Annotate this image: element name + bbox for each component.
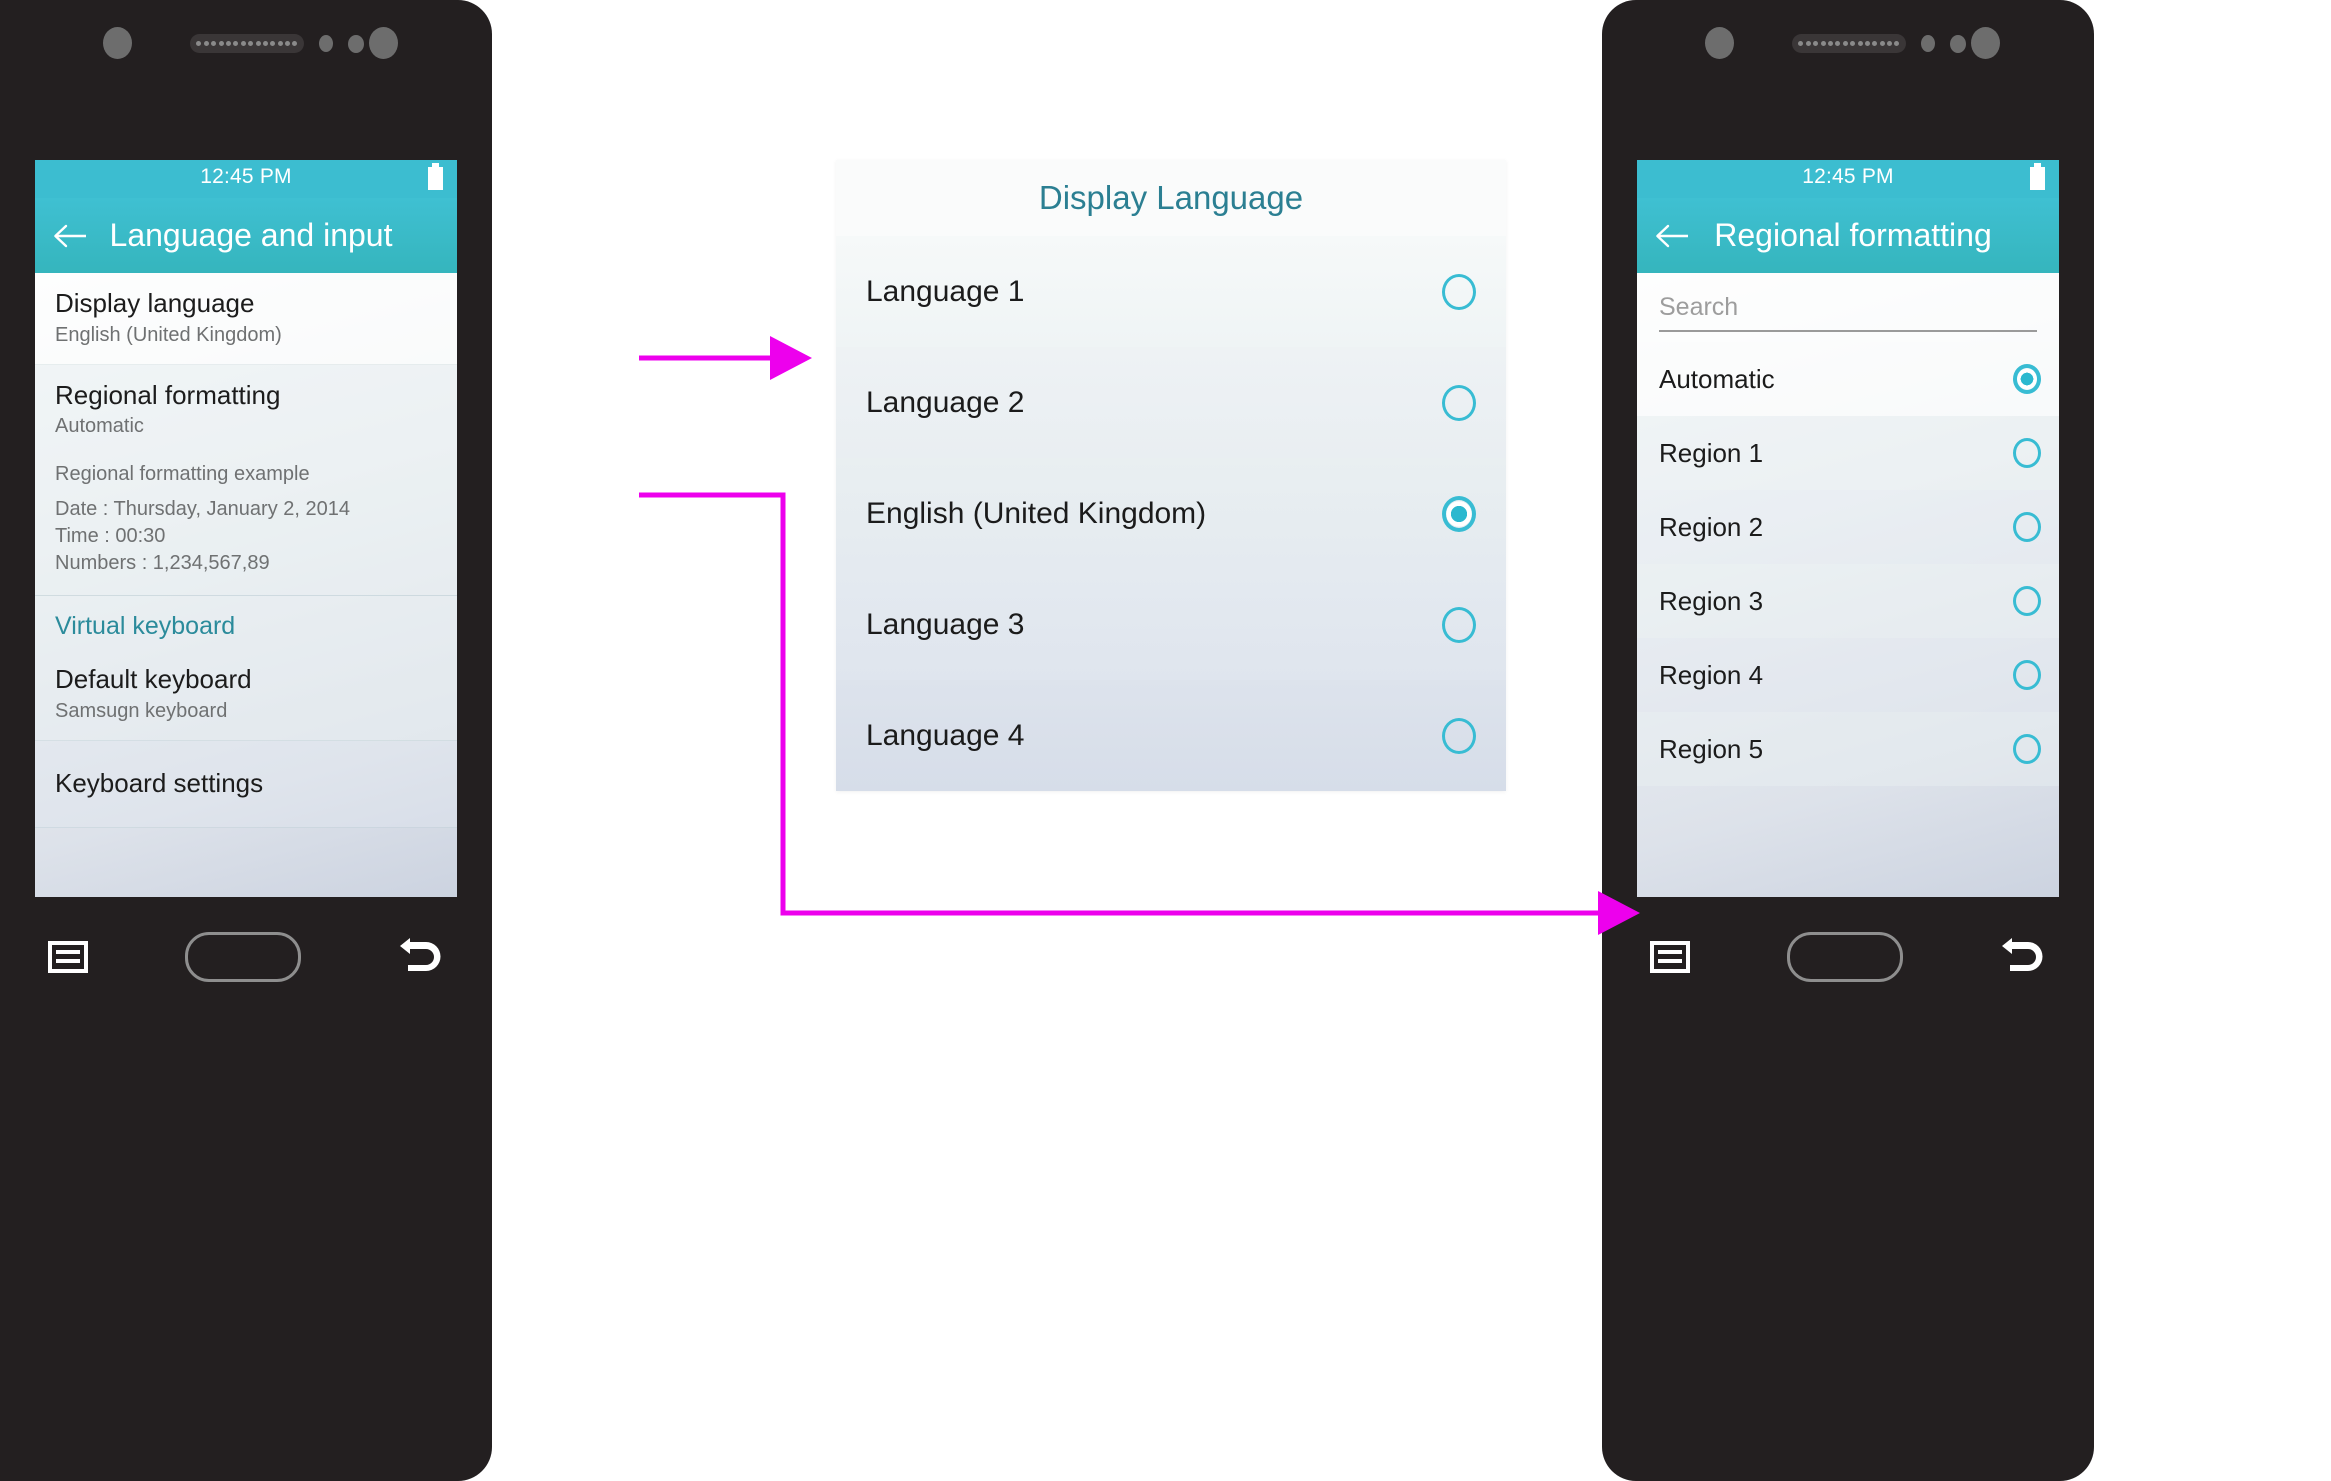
setting-row-regional-formatting[interactable]: Regional formatting Automatic <box>35 364 457 455</box>
back-icon[interactable] <box>398 936 444 979</box>
setting-title: Keyboard settings <box>55 767 264 798</box>
earpiece-speaker-icon <box>190 34 304 53</box>
example-date: Date : Thursday, January 2, 2014 <box>55 498 350 520</box>
radio-button[interactable] <box>2013 438 2041 468</box>
option-label: Language 1 <box>866 274 1025 308</box>
settings-list: Display language English (United Kingdom… <box>35 273 457 897</box>
radio-button[interactable] <box>1442 384 1476 421</box>
radio-button[interactable] <box>1442 606 1476 643</box>
option-label: Region 2 <box>1659 511 1764 542</box>
region-option-row[interactable]: Region 5 <box>1637 712 2059 786</box>
recents-icon[interactable] <box>1650 941 1691 973</box>
section-header-virtual-keyboard: Virtual keyboard <box>35 596 457 649</box>
earpiece-speaker-icon <box>1792 34 1906 53</box>
search-input[interactable] <box>1659 289 2037 332</box>
system-nav-bar-left <box>0 897 492 1017</box>
regional-formatting-example: Regional formatting example Date : Thurs… <box>35 455 457 596</box>
home-button[interactable] <box>1786 932 1903 982</box>
status-bar-right: 12:45 PM <box>1637 160 2059 198</box>
mockup-canvas: 12:45 PM Language and input Display lang… <box>0 0 2331 1481</box>
option-label: Language 2 <box>866 385 1025 419</box>
light-sensor-icon <box>348 35 364 53</box>
setting-subtitle: Automatic <box>55 415 144 437</box>
battery-icon <box>428 163 443 190</box>
region-option-row[interactable]: Region 1 <box>1637 416 2059 490</box>
dialog-title: Display Language <box>836 160 1506 236</box>
light-sensor-icon <box>1950 35 1966 53</box>
phone-right: 12:45 PM Regional formatting Automati <box>1602 0 2094 1481</box>
app-bar-left: Language and input <box>35 198 457 273</box>
example-heading: Regional formatting example <box>55 463 310 485</box>
status-bar-left: 12:45 PM <box>35 160 457 198</box>
region-option-row[interactable]: Region 3 <box>1637 564 2059 638</box>
front-camera-icon <box>1705 27 1734 59</box>
front-camera-icon <box>103 27 132 59</box>
dialog-option-row[interactable]: Language 1 <box>836 236 1506 347</box>
dialog-option-row[interactable]: Language 4 <box>836 680 1506 791</box>
system-nav-bar-right <box>1602 897 2094 1017</box>
phone-left: 12:45 PM Language and input Display lang… <box>0 0 492 1481</box>
connector-arrowhead-1 <box>770 336 812 380</box>
dialog-option-row[interactable]: English (United Kingdom) <box>836 458 1506 569</box>
region-option-row[interactable]: Region 4 <box>1637 638 2059 712</box>
option-label: Region 5 <box>1659 733 1764 764</box>
radio-button-selected[interactable] <box>2013 364 2041 394</box>
radio-button[interactable] <box>2013 660 2041 690</box>
setting-row-keyboard-settings[interactable]: Keyboard settings <box>35 740 457 828</box>
option-label: Language 4 <box>866 718 1025 752</box>
option-label: Automatic <box>1659 363 1775 394</box>
setting-title: Default keyboard <box>55 664 252 694</box>
status-clock: 12:45 PM <box>1802 165 1894 188</box>
region-option-row[interactable]: Automatic <box>1637 342 2059 416</box>
radio-button-selected[interactable] <box>1442 495 1476 532</box>
recents-icon[interactable] <box>48 941 89 973</box>
radio-button[interactable] <box>2013 734 2041 764</box>
phone-left-screen: 12:45 PM Language and input Display lang… <box>35 160 457 897</box>
option-label: English (United Kingdom) <box>866 496 1207 530</box>
home-button[interactable] <box>184 932 301 982</box>
app-bar-right: Regional formatting <box>1637 198 2059 273</box>
setting-row-default-keyboard[interactable]: Default keyboard Samsugn keyboard <box>35 649 457 741</box>
phone-right-top-bezel <box>1602 0 2094 160</box>
back-arrow-icon[interactable] <box>45 223 97 249</box>
region-list: Automatic Region 1 Region 2 Region 3 Reg… <box>1637 273 2059 897</box>
display-language-dialog: Display Language Language 1 Language 2 E… <box>836 160 1506 791</box>
setting-row-display-language[interactable]: Display language English (United Kingdom… <box>35 273 457 365</box>
secondary-sensor-icon <box>1971 27 2000 59</box>
back-icon[interactable] <box>2000 936 2046 979</box>
example-numbers: Numbers : 1,234,567,89 <box>55 552 270 574</box>
setting-title: Regional formatting <box>55 379 281 410</box>
status-clock: 12:45 PM <box>200 165 292 188</box>
option-label: Region 1 <box>1659 437 1764 468</box>
setting-subtitle: English (United Kingdom) <box>55 323 282 346</box>
region-option-row[interactable]: Region 2 <box>1637 490 2059 564</box>
setting-subtitle: Samsugn keyboard <box>55 699 228 722</box>
radio-button[interactable] <box>2013 586 2041 616</box>
secondary-sensor-icon <box>369 27 398 59</box>
phone-right-screen: 12:45 PM Regional formatting Automati <box>1637 160 2059 897</box>
radio-button[interactable] <box>2013 512 2041 542</box>
page-title: Regional formatting <box>1714 217 1992 253</box>
option-label: Language 3 <box>866 607 1025 641</box>
radio-button[interactable] <box>1442 717 1476 754</box>
proximity-sensor-icon <box>319 35 333 52</box>
dialog-option-row[interactable]: Language 2 <box>836 347 1506 458</box>
back-arrow-icon[interactable] <box>1647 223 1699 249</box>
setting-title: Display language <box>55 288 255 318</box>
option-label: Region 3 <box>1659 585 1764 616</box>
phone-left-top-bezel <box>0 0 492 160</box>
battery-icon <box>2030 163 2045 190</box>
proximity-sensor-icon <box>1921 35 1935 52</box>
dialog-option-row[interactable]: Language 3 <box>836 569 1506 680</box>
radio-button[interactable] <box>1442 273 1476 310</box>
example-time: Time : 00:30 <box>55 525 166 547</box>
search-field-wrapper <box>1637 273 2059 342</box>
option-label: Region 4 <box>1659 659 1764 690</box>
page-title: Language and input <box>109 217 393 253</box>
